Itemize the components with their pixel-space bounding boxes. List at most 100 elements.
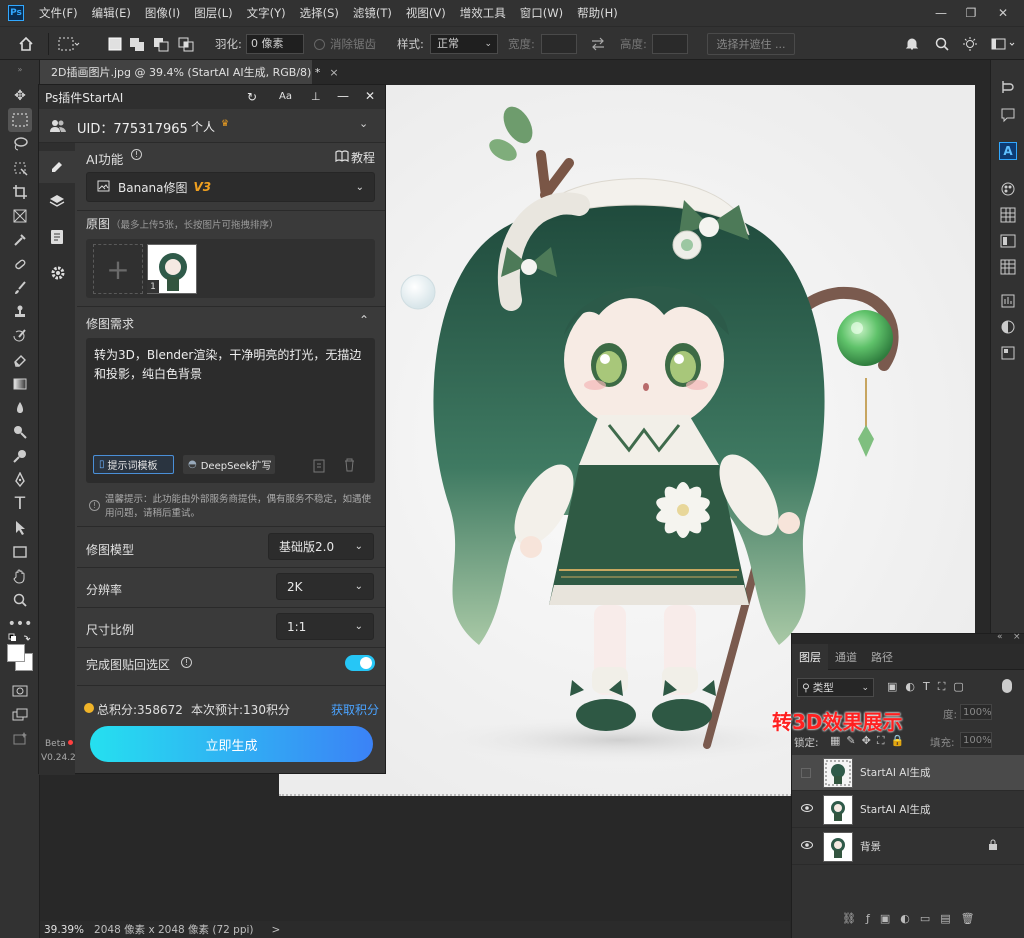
model-select[interactable]: 基础版2.0 ⌄: [268, 533, 374, 560]
minimize-button[interactable]: —: [926, 0, 956, 26]
startai-plugin-icon[interactable]: A: [999, 142, 1017, 160]
workspace-icon[interactable]: [990, 27, 1020, 61]
subtract-selection-icon[interactable]: [152, 27, 170, 61]
ratio-select[interactable]: 1:1 ⌄: [276, 613, 374, 640]
pin-icon[interactable]: ⊥: [311, 90, 321, 103]
color-panel-icon[interactable]: [999, 180, 1017, 198]
dodge-tool-alt-icon[interactable]: [8, 444, 32, 468]
restore-button[interactable]: ❐: [956, 0, 986, 26]
zoom-level[interactable]: 39.39%: [44, 924, 84, 936]
clone-stamp-tool-icon[interactable]: [8, 300, 32, 324]
adjustments-icon[interactable]: [999, 318, 1017, 336]
refresh-icon[interactable]: ↻: [247, 90, 257, 104]
lightbulb-icon[interactable]: [962, 27, 978, 61]
deepseek-expand-button[interactable]: ◓ DeepSeek扩写: [183, 455, 275, 474]
zoom-tool-icon[interactable]: [8, 588, 32, 612]
tutorial-link[interactable]: 教程: [351, 149, 375, 166]
screen-mode-icon[interactable]: [8, 703, 32, 727]
menu-edit[interactable]: 编辑(E): [85, 5, 138, 21]
account-row[interactable]: UID：775317965 个人 ♛ ⌄: [39, 109, 385, 143]
get-points-link[interactable]: 获取积分: [331, 701, 379, 718]
width-input[interactable]: [541, 34, 577, 54]
menu-type[interactable]: 文字(Y): [240, 5, 293, 21]
select-and-mask-button[interactable]: 选择并遮住 ...: [707, 33, 795, 55]
layer-row[interactable]: StartAI AI生成: [792, 755, 1024, 791]
layer-filter-select[interactable]: ⚲ 类型 ⌄: [797, 678, 874, 697]
generate-button[interactable]: 立即生成: [90, 726, 373, 762]
eye-icon[interactable]: [801, 803, 813, 816]
trash-icon[interactable]: [343, 458, 356, 475]
history-brush-tool-icon[interactable]: [8, 324, 32, 348]
rectangle-tool-icon[interactable]: [8, 540, 32, 564]
type-tool-icon[interactable]: T: [8, 492, 32, 516]
patterns-icon[interactable]: [999, 258, 1017, 276]
menu-layer[interactable]: 图层(L): [187, 5, 239, 21]
resolution-select[interactable]: 2K ⌄: [276, 573, 374, 600]
document-tab-close[interactable]: ×: [329, 66, 338, 79]
font-size-icon[interactable]: Aa: [279, 91, 292, 102]
libraries-icon[interactable]: [999, 292, 1017, 310]
edit-nav-icon[interactable]: [39, 151, 75, 183]
close-window-button[interactable]: ✕: [988, 0, 1018, 26]
document-tab[interactable]: 2D插画图片.jpg @ 39.4% (StartAI AI生成, RGB/8)…: [40, 60, 339, 84]
gradients-icon[interactable]: [999, 232, 1017, 250]
clipboard-icon[interactable]: [312, 458, 326, 476]
tab-paths[interactable]: 路径: [864, 644, 900, 670]
paste-back-info-icon[interactable]: !: [181, 657, 192, 668]
height-input[interactable]: [652, 34, 688, 54]
fill-input[interactable]: 100%: [960, 732, 992, 748]
tab-channels[interactable]: 通道: [828, 644, 864, 670]
minimize-panel-icon[interactable]: —: [337, 89, 349, 103]
feather-input[interactable]: 0 像素: [246, 34, 304, 54]
tab-layers[interactable]: 图层: [792, 644, 828, 670]
path-selection-tool-icon[interactable]: [8, 516, 32, 540]
search-icon[interactable]: [934, 27, 950, 61]
quick-mask-icon[interactable]: [8, 679, 32, 703]
history-nav-icon[interactable]: [50, 229, 64, 248]
new-selection-icon[interactable]: [107, 27, 123, 61]
eraser-tool-icon[interactable]: [8, 348, 32, 372]
properties-icon[interactable]: [999, 344, 1017, 362]
layer-row[interactable]: 背景: [792, 829, 1024, 865]
add-image-button[interactable]: +: [93, 244, 143, 294]
prompt-textarea[interactable]: 转为3D，Blender渲染，干净明亮的打光，无描边和投影，纯白色背景 ▯ 提示词…: [86, 338, 375, 483]
filter-toggle[interactable]: [1002, 679, 1012, 693]
info-icon[interactable]: !: [131, 149, 142, 160]
layer-filter-icons[interactable]: ▣◐T⛶▢: [887, 680, 972, 694]
pen-tool-icon[interactable]: [8, 468, 32, 492]
blur-tool-icon[interactable]: [8, 396, 32, 420]
gradient-tool-icon[interactable]: [8, 372, 32, 396]
home-icon[interactable]: [18, 27, 34, 61]
healing-brush-tool-icon[interactable]: [8, 252, 32, 276]
account-chevron-icon[interactable]: ⌄: [359, 117, 368, 130]
menu-image[interactable]: 图像(I): [138, 5, 187, 21]
lasso-tool-icon[interactable]: [8, 132, 32, 156]
status-arrow[interactable]: >: [272, 924, 281, 936]
generative-icon[interactable]: [8, 727, 32, 751]
learn-panel-icon[interactable]: [999, 78, 1017, 96]
layer-row[interactable]: StartAI AI生成: [792, 792, 1024, 828]
eye-icon[interactable]: [801, 840, 813, 853]
collapse-requirement-icon[interactable]: ⌃: [359, 313, 369, 327]
comments-icon[interactable]: [999, 106, 1017, 124]
frame-tool-icon[interactable]: [8, 204, 32, 228]
paste-back-toggle[interactable]: [345, 655, 375, 671]
visibility-off-box[interactable]: [801, 767, 811, 778]
collapse-icon[interactable]: «: [997, 632, 1003, 642]
menu-help[interactable]: 帮助(H): [570, 5, 625, 21]
settings-nav-icon[interactable]: [50, 265, 66, 284]
hand-tool-icon[interactable]: [8, 564, 32, 588]
prompt-template-button[interactable]: ▯ 提示词模板: [93, 455, 174, 474]
close-panel-icon[interactable]: ✕: [365, 89, 375, 103]
menu-plugins[interactable]: 增效工具: [453, 5, 513, 21]
function-select[interactable]: Banana修图 V3 ⌄: [86, 172, 375, 202]
menu-window[interactable]: 窗口(W): [513, 5, 570, 21]
panel-collapse-icon[interactable]: »: [8, 64, 32, 74]
move-tool-icon[interactable]: ✥: [8, 84, 32, 108]
crop-tool-icon[interactable]: [8, 180, 32, 204]
layers-nav-icon[interactable]: [49, 193, 65, 212]
menu-filter[interactable]: 滤镜(T): [346, 5, 399, 21]
add-selection-icon[interactable]: [128, 27, 146, 61]
menu-view[interactable]: 视图(V): [399, 5, 453, 21]
eyedropper-tool-icon[interactable]: [8, 228, 32, 252]
